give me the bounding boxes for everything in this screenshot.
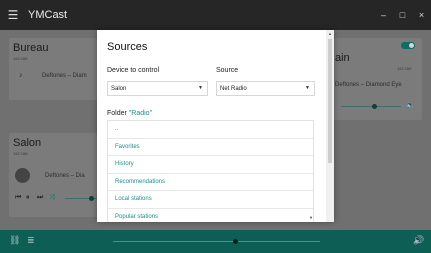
scroll-up-icon[interactable]: ▲ — [328, 31, 332, 36]
now-playing: Deftones – Diam — [42, 73, 87, 79]
device-name: ain — [335, 52, 350, 64]
volume-icon[interactable]: 🔊 — [413, 235, 424, 246]
folder-heading: Folder "Radio" — [107, 110, 152, 117]
list-item-popular-stations[interactable]: Popular stations — [108, 209, 313, 223]
device-select[interactable]: Salon ▼ — [107, 81, 208, 96]
previous-icon[interactable]: ⏮ — [15, 194, 21, 202]
next-icon[interactable]: ⏭ — [37, 194, 43, 202]
device-name: Bureau — [13, 42, 49, 54]
source-select-value: Net Radio — [220, 85, 247, 92]
maximize-icon[interactable]: □ — [393, 0, 412, 30]
power-toggle[interactable] — [401, 42, 415, 49]
device-ip: 192.168 — [13, 151, 28, 156]
close-icon[interactable]: × — [412, 0, 431, 30]
source-select[interactable]: Net Radio ▼ — [216, 81, 315, 96]
device-card-right[interactable]: ain 192.168 Deftones – Diamond Eye 🔈 — [333, 38, 422, 120]
device-card-salon[interactable]: Salon 192.168 Deftones – Dia ⏮ ⏸ ⏭ ⤨ — [9, 133, 97, 217]
window-controls: – □ × — [374, 0, 431, 30]
device-card-bureau[interactable]: Bureau 192.168 ♪ Deftones – Diam — [9, 38, 97, 100]
folder-list[interactable]: .. Favorites History Recommendations Loc… — [107, 120, 314, 222]
device-ip: 192.168 — [397, 66, 412, 71]
chevron-down-icon: ▼ — [198, 85, 203, 91]
pause-icon[interactable]: ⏸ — [26, 194, 30, 202]
list-item-history[interactable]: History — [108, 156, 313, 174]
list-item-recommendations[interactable]: Recommendations — [108, 174, 313, 191]
device-select-value: Salon — [111, 85, 127, 92]
dialog-scrollbar[interactable]: ▲ — [326, 30, 334, 222]
master-volume-slider[interactable] — [113, 241, 320, 242]
music-note-icon: ♪ — [19, 72, 23, 79]
list-scrollbar[interactable]: ▼ — [309, 121, 313, 222]
device-label: Device to control — [107, 67, 160, 74]
volume-knob[interactable] — [89, 196, 94, 201]
app-title: YMCast — [28, 9, 68, 21]
chevron-down-icon: ▼ — [305, 85, 310, 91]
folder-prefix: Folder — [107, 110, 127, 117]
sources-dialog: Sources Device to control Salon ▼ Source… — [97, 30, 334, 222]
list-item-parent[interactable]: .. — [108, 121, 313, 139]
shuffle-icon[interactable]: ⤨ — [49, 194, 55, 202]
queue-icon[interactable]: ≣ — [27, 235, 35, 246]
now-playing: Deftones – Dia — [45, 173, 85, 179]
album-art — [15, 168, 30, 183]
bottom-bar: ⛓ ≣ 🔊 — [0, 230, 431, 253]
folder-name: "Radio" — [128, 110, 153, 117]
scroll-down-icon[interactable]: ▼ — [309, 215, 313, 220]
dialog-title: Sources — [107, 41, 148, 53]
minimize-icon[interactable]: – — [374, 0, 393, 30]
hamburger-menu-icon[interactable]: ☰ — [0, 0, 26, 30]
volume-knob[interactable] — [372, 104, 377, 109]
now-playing: Deftones – Diamond Eye — [335, 82, 402, 88]
title-bar: ☰ YMCast – □ × — [0, 0, 431, 30]
list-item-favorites[interactable]: Favorites — [108, 139, 313, 156]
device-name: Salon — [13, 137, 42, 149]
volume-icon[interactable]: 🔈 — [406, 101, 415, 109]
device-ip: 192.168 — [13, 56, 28, 61]
scrollbar-thumb[interactable] — [328, 39, 332, 163]
link-icon[interactable]: ⛓ — [9, 235, 20, 246]
volume-slider[interactable] — [341, 106, 401, 107]
list-item-local-stations[interactable]: Local stations — [108, 191, 313, 209]
source-label: Source — [216, 67, 239, 74]
master-volume-knob[interactable] — [232, 239, 238, 244]
